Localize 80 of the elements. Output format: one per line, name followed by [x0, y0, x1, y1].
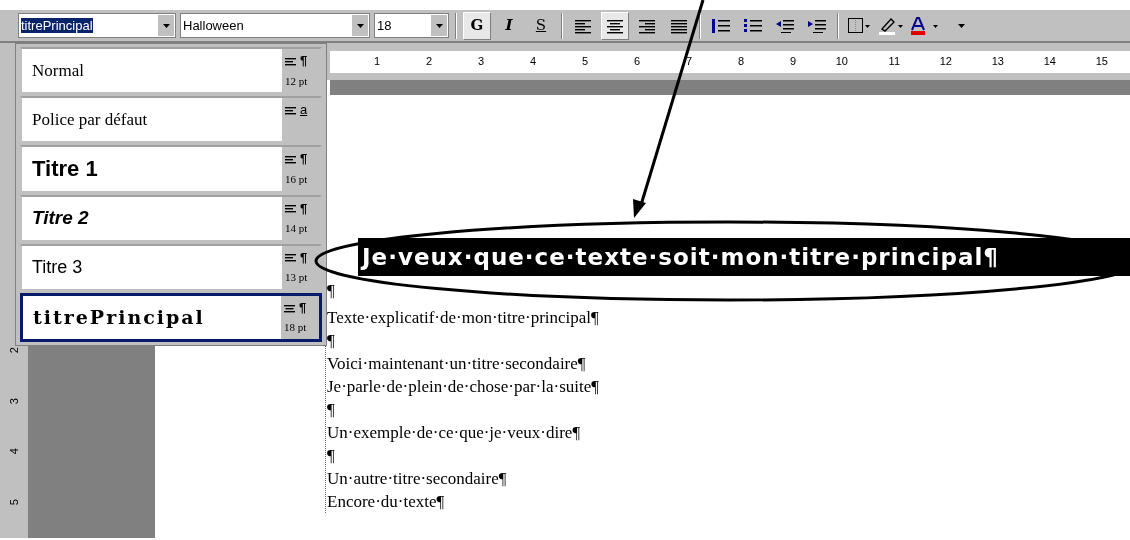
style-list-item[interactable]: Normal ¶ 12 pt — [20, 47, 322, 95]
align-left-icon — [575, 17, 591, 34]
align-center-icon — [607, 17, 623, 34]
paragraph-text: Un·exemple·de·ce·que·je·veux·dire¶ — [327, 422, 582, 444]
ruler-number: 14 — [1042, 54, 1057, 70]
font-size-label: 13 pt — [285, 270, 309, 286]
italic-button[interactable]: I — [495, 11, 523, 40]
paragraph-text: Un·autre·titre·secondaire¶ — [327, 468, 508, 490]
font-size-combobox[interactable]: 18 — [374, 13, 449, 38]
align-right-icon — [639, 17, 655, 34]
paragraph-text: Texte·explicatif·de·mon·titre·principal¶ — [327, 307, 600, 329]
ruler-number: 4 — [528, 54, 537, 70]
ruler-number: 11 — [887, 54, 901, 70]
ruler-number: 5 — [580, 54, 589, 70]
paragraph-mark: ¶ — [300, 150, 308, 169]
ruler-number: 2 — [424, 54, 433, 70]
ruler-number: 3 — [476, 54, 485, 70]
underline-button[interactable]: S — [527, 11, 555, 40]
ruler-number: 6 — [632, 54, 641, 70]
paragraph-text: Voici·maintenant·un·titre·secondaire¶ — [327, 353, 587, 375]
style-name: Titre 3 — [32, 255, 83, 279]
ruler-number: 10 — [834, 54, 849, 70]
bold-button[interactable]: G — [463, 11, 491, 40]
font-size-label: 16 pt — [285, 171, 309, 187]
style-combobox[interactable]: titrePrincipal — [18, 13, 176, 38]
align-justify-icon — [671, 17, 687, 34]
font-size-label: 18 pt — [284, 320, 308, 336]
style-list-item[interactable]: Titre 1 ¶ 16 pt — [20, 145, 322, 193]
paragraph-text: Je·parle·de·plein·de·chose·par·la·suite¶ — [327, 376, 600, 398]
paragraph-text: ¶ — [327, 330, 336, 352]
style-list-item[interactable]: titrePrincipal ¶ 18 pt — [20, 292, 322, 343]
style-list-item[interactable]: Titre 3 ¶ 13 pt — [20, 243, 322, 291]
paragraph-mark: ¶ — [300, 52, 308, 70]
font-combobox[interactable]: Halloween — [180, 13, 370, 38]
style-name: Titre 1 — [32, 155, 98, 184]
paragraph-text: ¶ — [327, 445, 336, 467]
ruler-number: 2 — [6, 347, 21, 354]
font-size-label: 14 pt — [285, 221, 309, 236]
dropdown-arrow-icon — [356, 23, 364, 28]
ruler-number: 7 — [684, 54, 693, 70]
font-color-icon — [911, 16, 941, 35]
align-left-icon — [285, 104, 296, 115]
border-icon — [848, 17, 870, 34]
ruler-number: 5 — [6, 498, 21, 505]
paragraph-mark: ¶ — [299, 298, 307, 317]
bullet-list-icon — [744, 17, 762, 34]
style-name: titrePrincipal — [33, 305, 205, 331]
dropdown-arrow-icon — [162, 23, 170, 28]
ruler-number: 15 — [1094, 54, 1109, 70]
document-heading: Je·veux·que·ce·texte·soit·mon·titre·principal¶ — [358, 238, 1130, 276]
ruler-number: 4 — [6, 448, 21, 455]
align-center-icon — [284, 302, 295, 313]
paragraph-mark: ¶ — [300, 199, 308, 218]
align-left-icon — [285, 252, 296, 263]
style-name: Titre 2 — [32, 205, 89, 230]
style-name: Police par défaut — [32, 109, 148, 131]
font-size-label: 12 pt — [285, 73, 309, 89]
dropdown-arrow-icon — [435, 23, 443, 28]
paragraph-text: Encore·du·texte¶ — [327, 491, 446, 513]
style-name: Normal — [32, 59, 84, 82]
align-left-icon — [285, 154, 296, 165]
ruler-number: 13 — [990, 54, 1005, 70]
increase-indent-icon — [808, 17, 826, 34]
style-list-item[interactable]: Titre 2 ¶ 14 pt — [20, 194, 322, 242]
paragraph-text: ¶ — [327, 280, 336, 302]
ruler-number: 12 — [938, 54, 953, 70]
align-left-icon — [285, 203, 296, 214]
align-left-icon — [285, 55, 296, 66]
highlighter-icon — [879, 16, 903, 35]
paragraph-mark: ¶ — [300, 248, 308, 267]
paragraph-text: ¶ — [327, 399, 336, 421]
decrease-indent-icon — [776, 17, 794, 34]
caret-icon — [957, 23, 965, 28]
ruler-number: 1 — [372, 54, 381, 70]
ruler-number: 3 — [6, 397, 21, 404]
paragraph-mark: a — [300, 101, 308, 120]
ruler-number: 9 — [788, 54, 797, 70]
style-list-item[interactable]: Police par défaut a — [20, 96, 322, 144]
ruler-number: 8 — [736, 54, 745, 70]
align-center-button[interactable] — [601, 11, 629, 40]
